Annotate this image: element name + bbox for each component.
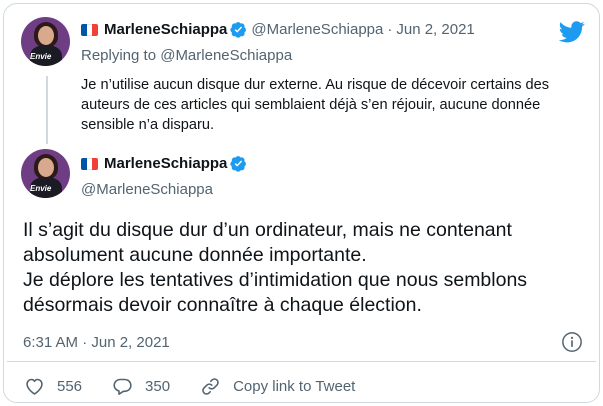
avatar[interactable]: Envie: [21, 17, 70, 66]
display-name[interactable]: MarleneSchiappa: [104, 155, 227, 172]
main-tweet-text: Il s’agit du disque dur d’un ordinateur,…: [23, 218, 593, 318]
main-tweet-text-line2: Je déplore les tentatives d’intimidation…: [23, 269, 528, 316]
action-bar: 556 350 Copy link to Tweet: [24, 374, 385, 398]
heart-icon: [26, 378, 43, 395]
reply-count: 350: [145, 377, 171, 395]
display-name[interactable]: MarleneSchiappa: [104, 21, 227, 38]
quoted-author-row: MarleneSchiappa @MarleneSchiappa · Jun 2…: [81, 21, 475, 38]
avatar-face: [38, 26, 54, 45]
tweet-date[interactable]: Jun 2, 2021: [396, 21, 474, 38]
separator: ·: [387, 21, 393, 38]
avatar-label: Envie: [30, 184, 52, 193]
info-icon[interactable]: [561, 331, 583, 353]
twitter-bird-icon[interactable]: [559, 21, 585, 43]
handle[interactable]: @MarleneSchiappa: [251, 21, 383, 38]
tweet-timestamp[interactable]: 6:31 AM · Jun 2, 2021: [23, 334, 170, 351]
avatar[interactable]: Envie: [21, 149, 70, 198]
copy-link-label: Copy link to Tweet: [233, 377, 356, 395]
avatar-label: Envie: [30, 52, 52, 61]
verified-badge-icon: [230, 156, 247, 172]
replying-to[interactable]: Replying to @MarleneSchiappa: [81, 47, 292, 64]
link-icon: [202, 377, 219, 395]
tweet-card: Envie MarleneSchiappa @MarleneSchiappa ·…: [3, 3, 600, 403]
quoted-tweet-text: Je n’utilise aucun disque dur externe. A…: [81, 77, 550, 133]
verified-badge-icon: [230, 22, 247, 38]
reply-button[interactable]: 350: [112, 376, 170, 397]
copy-link-button[interactable]: Copy link to Tweet: [200, 376, 355, 397]
thread-line: [46, 76, 48, 144]
like-count: 556: [57, 377, 83, 395]
avatar-face: [38, 158, 54, 177]
divider: [7, 361, 596, 362]
like-button[interactable]: 556: [24, 376, 82, 397]
france-flag-icon: [81, 157, 98, 170]
reply-bubble-icon: [113, 378, 132, 395]
france-flag-icon: [81, 23, 98, 36]
handle[interactable]: @MarleneSchiappa: [81, 181, 213, 198]
main-tweet-text-line1: Il s’agit du disque dur d’un ordinateur,…: [23, 219, 512, 266]
main-author-row: MarleneSchiappa: [81, 155, 251, 172]
